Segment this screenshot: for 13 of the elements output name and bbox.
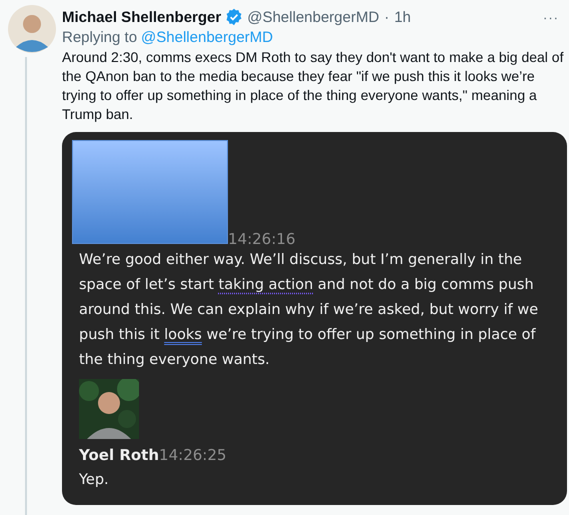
more-button[interactable]: ··· [543,10,559,24]
separator: · [384,8,390,26]
author-handle[interactable]: @ShellenbergerMD [247,8,380,26]
message-time: 14:26:16 [228,230,296,248]
message-text: We’re good either way. We’ll discuss, but I’m generally in the space of let’s start taking action and not do a big comms push around this. We can explain why if we’re asked, but worry if we push this it looks we’re trying to offer up something in place of the thing everyone wants. [79,251,540,370]
tweet-text: Around 2:30, comms execs DM Roth to say they don't want to make a big deal of the QAnon ban to the media because they fear "if we push this it looks we’re trying to offer up something in place of the thing everyone wants," meaning a Trump ban. [62,48,564,124]
author-name[interactable]: Michael Shellenberger [62,8,222,26]
message-time: 14:26:25 [159,446,226,464]
sender-name: Yoel Roth [79,446,160,464]
replying-label: Replying to [62,29,138,46]
tweet-time[interactable]: 1h [394,8,411,26]
message-text: Yep. [79,471,110,490]
avatar[interactable] [8,5,56,53]
